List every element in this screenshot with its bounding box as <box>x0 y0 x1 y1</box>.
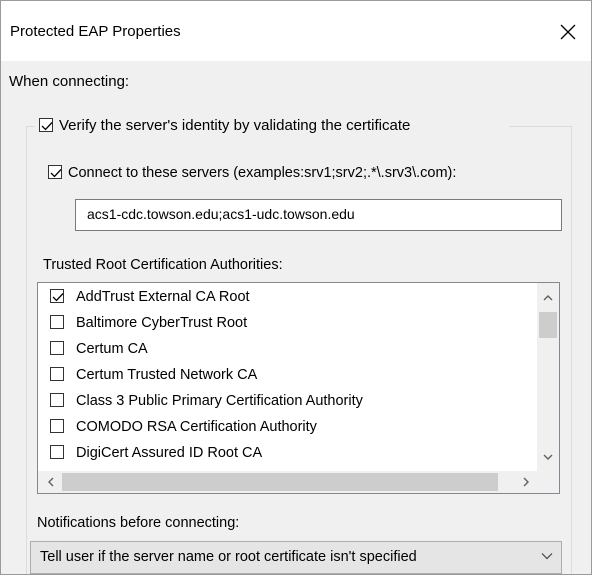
scroll-up-button[interactable] <box>538 287 558 307</box>
trusted-root-list[interactable]: AddTrust External CA Root Baltimore Cybe… <box>37 282 560 494</box>
checkmark-icon <box>41 122 53 131</box>
list-item-class3[interactable]: Class 3 Public Primary Certification Aut… <box>38 389 528 415</box>
list-item-checkbox[interactable] <box>50 315 64 329</box>
notifications-label: Notifications before connecting: <box>37 515 240 531</box>
list-item-digicert[interactable]: DigiCert Assured ID Root CA <box>38 441 528 467</box>
vertical-scrollbar[interactable] <box>537 283 559 471</box>
list-item-checkbox[interactable] <box>50 419 64 433</box>
list-item-label: Baltimore CyberTrust Root <box>76 315 248 331</box>
list-item-label: Certum Trusted Network CA <box>76 367 258 383</box>
checkmark-icon <box>50 169 62 178</box>
list-item-label: Certum CA <box>76 341 148 357</box>
list-item-comodo[interactable]: COMODO RSA Certification Authority <box>38 415 528 441</box>
list-item-checkbox[interactable] <box>50 341 64 355</box>
list-item-label: AddTrust External CA Root <box>76 289 250 305</box>
scroll-down-button[interactable] <box>538 447 558 467</box>
connect-servers-checkbox[interactable] <box>48 165 62 179</box>
trusted-root-label: Trusted Root Certification Authorities: <box>43 257 283 273</box>
chevron-down-icon <box>541 553 553 560</box>
notifications-value: Tell user if the server name or root cer… <box>40 549 417 565</box>
list-item-checkbox[interactable] <box>50 289 64 303</box>
scroll-right-button[interactable] <box>516 472 536 492</box>
list-item-certum-trusted[interactable]: Certum Trusted Network CA <box>38 363 528 389</box>
protected-eap-dialog: Protected EAP Properties When connecting… <box>0 0 592 575</box>
list-item-checkbox[interactable] <box>50 445 64 459</box>
list-item-checkbox[interactable] <box>50 393 64 407</box>
list-item-certum[interactable]: Certum CA <box>38 337 528 363</box>
list-item-baltimore[interactable]: Baltimore CyberTrust Root <box>38 311 528 337</box>
vertical-scroll-thumb[interactable] <box>539 312 557 338</box>
verify-server-checkbox[interactable] <box>39 118 53 132</box>
close-icon <box>560 24 576 40</box>
chevron-down-icon <box>543 454 553 460</box>
list-item-addtrust[interactable]: AddTrust External CA Root <box>38 285 528 311</box>
notifications-dropdown[interactable]: Tell user if the server name or root cer… <box>30 541 562 574</box>
chevron-up-icon <box>543 294 553 300</box>
window-title: Protected EAP Properties <box>10 23 181 40</box>
chevron-right-icon <box>523 477 529 487</box>
scroll-left-button[interactable] <box>40 472 60 492</box>
chevron-left-icon <box>47 477 53 487</box>
horizontal-scroll-thumb[interactable] <box>62 473 498 491</box>
checkmark-icon <box>52 293 64 302</box>
list-item-label: COMODO RSA Certification Authority <box>76 419 317 435</box>
verify-server-label: Verify the server's identity by validati… <box>59 117 411 134</box>
connect-servers-label: Connect to these servers (examples:srv1;… <box>68 165 457 181</box>
list-item-label: Class 3 Public Primary Certification Aut… <box>76 393 363 409</box>
horizontal-scrollbar[interactable] <box>38 471 559 493</box>
list-item-label: DigiCert Assured ID Root CA <box>76 445 263 461</box>
close-button[interactable] <box>545 9 591 55</box>
title-bar[interactable]: Protected EAP Properties <box>1 1 591 61</box>
list-item-checkbox[interactable] <box>50 367 64 381</box>
servers-input[interactable]: acs1-cdc.towson.edu;acs1-udc.towson.edu <box>75 199 562 231</box>
when-connecting-label: When connecting: <box>9 73 130 90</box>
